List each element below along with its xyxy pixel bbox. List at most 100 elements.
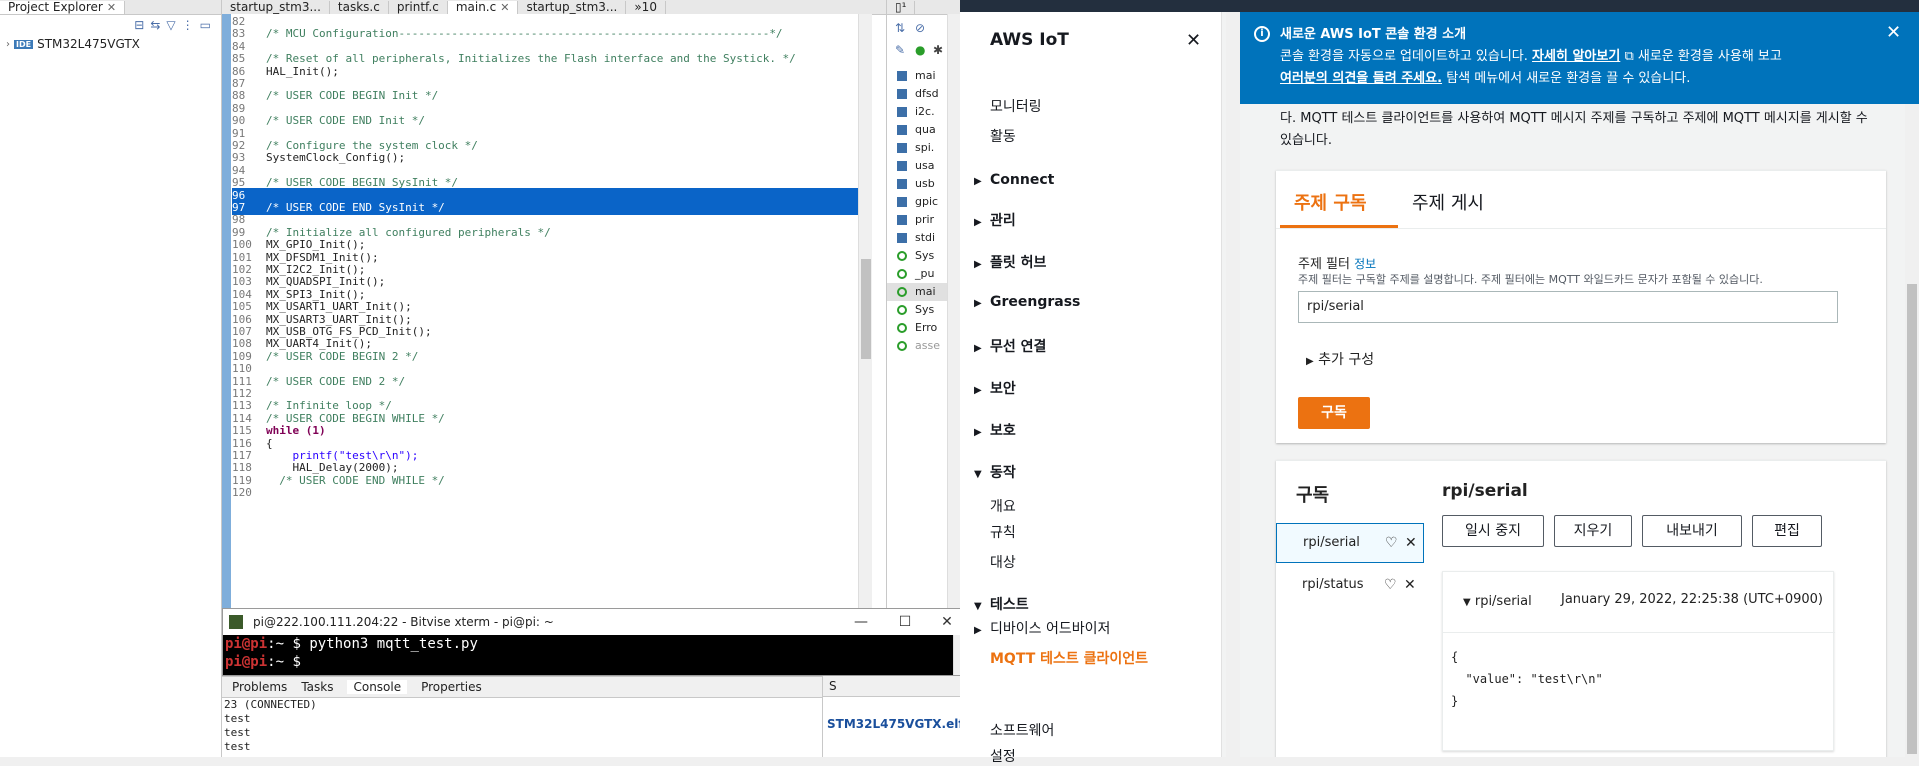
tab-problems[interactable]: Problems [232,680,287,694]
nav-section[interactable]: ▶ 보안 [974,378,1016,398]
function-icon [897,341,907,351]
nav-section[interactable]: ▶ 보호 [974,420,1016,440]
project-explorer-tabstrip: Project Explorer ✕ [0,0,221,15]
filter-icon[interactable]: ▽ [166,18,175,32]
filter-label: 주제 필터 [1298,257,1350,272]
link-icon[interactable]: ✱ [933,43,943,57]
caret-right-icon: ▶ [1306,356,1314,367]
hide-static-icon[interactable]: ✎ [895,43,905,57]
caret-right-icon: ▶ [974,176,982,187]
tree-item-project[interactable]: › IDE STM32L475VGTX [0,35,221,53]
hide-fields-icon[interactable]: ⊘ [915,21,925,35]
subscribe-button[interactable]: 구독 [1298,397,1370,429]
nav-item-activity[interactable]: 활동 [990,126,1016,146]
editor-scroll-thumb[interactable] [861,259,871,359]
xterm-titlebar[interactable]: pi@222.100.111.204:22 - Bitvise xterm - … [223,609,965,635]
nav-section[interactable]: ▶ Connect [974,172,1054,188]
editor-tab[interactable]: startup_stm3... [518,1,627,14]
hide-nonpublic-icon[interactable]: ● [915,43,925,57]
close-icon[interactable]: ✕ [107,1,116,14]
sort-icon[interactable]: ⇅ [895,21,905,35]
feedback-link[interactable]: 여러분의 의견을 들려 주세요. [1280,71,1442,86]
minimize-icon[interactable]: ▭ [200,18,211,32]
export-button[interactable]: 내보내기 [1642,515,1742,547]
pause-button[interactable]: 일시 중지 [1442,515,1544,547]
aws-side-nav: AWS IoT ✕ 모니터링 활동 ▶ Connect ▶ 관리 ▶ 플릿 허브 ▶ Gree… [960,12,1222,765]
aws-iot-console: AWS IoT ✕ 모니터링 활동 ▶ Connect ▶ 관리 ▶ 플릿 허브 ▶ Gree… [960,0,1919,765]
editor-tab[interactable]: printf.c [389,1,448,14]
tab-tasks[interactable]: Tasks [301,680,333,694]
nav-item-destinations[interactable]: 대상 [990,552,1016,572]
editor-tab[interactable]: main.c ✕ [447,0,519,14]
nav-item-overview[interactable]: 개요 [990,496,1016,516]
nav-scrollbar[interactable] [1226,12,1240,757]
outline-item-label: stdi [915,231,936,244]
outline-item-label: Sys [915,249,935,262]
nav-section[interactable]: ▶ 관리 [974,210,1016,230]
tab-properties[interactable]: Properties [421,680,482,694]
nav-section-label: 플릿 허브 [990,255,1047,271]
learn-more-link[interactable]: 자세히 알아보기 [1532,49,1620,64]
content-scroll-thumb[interactable] [1907,284,1917,754]
nav-item-software[interactable]: 소프트웨어 [990,720,1054,740]
info-link[interactable]: 정보 [1354,257,1376,271]
nav-item-monitoring[interactable]: 모니터링 [990,96,1042,116]
nav-section[interactable]: ▶ 무선 연결 [974,336,1046,356]
editor-tab[interactable]: tasks.c [330,1,389,14]
close-icon[interactable]: ✕ [1404,565,1416,605]
content-scrollbar[interactable] [1905,104,1919,757]
nav-section-test[interactable]: ▼ 테스트 [974,594,1029,614]
nav-item-rules[interactable]: 규칙 [990,522,1016,542]
nav-section[interactable]: ▶ Greengrass [974,294,1080,310]
close-icon[interactable]: ✕ [500,1,509,14]
maximize-icon[interactable]: ☐ [887,609,923,635]
additional-config-toggle[interactable]: ▶ 추가 구성 [1306,349,1374,369]
nav-section[interactable]: ▶ 플릿 허브 [974,252,1046,272]
outline-tab[interactable]: ▯¹ [887,1,916,14]
editor-gutter [222,14,231,608]
close-icon[interactable]: ✕ [1886,22,1901,44]
nav-item-settings[interactable]: 설정 [990,746,1016,766]
include-icon [897,179,907,189]
chevron-right-icon[interactable]: › [6,39,10,50]
subscription-item-active[interactable]: rpi/serial ♡ ✕ [1276,523,1424,563]
topic-filter-input[interactable]: rpi/serial [1298,291,1838,323]
include-icon [897,71,907,81]
tab-side-view[interactable]: S [829,679,837,693]
minimize-icon[interactable]: — [843,609,879,635]
outline-item-label: Sys [915,303,935,316]
outline-scrollbar[interactable] [947,14,960,614]
editor-tab-label: main.c [455,0,497,14]
prompt-path: :~ $ [267,654,301,670]
edit-button[interactable]: 편집 [1752,515,1822,547]
heart-icon[interactable]: ♡ [1384,565,1397,605]
nav-section-label: Connect [990,172,1055,188]
tab-console[interactable]: Console [347,680,408,694]
tab-overflow[interactable]: »10 [626,1,666,14]
code-line[interactable]: 120 [232,485,872,500]
collapse-all-icon[interactable]: ⊟ [134,18,144,32]
include-icon [897,125,907,135]
close-icon[interactable]: ✕ [1405,524,1417,562]
project-explorer-tab[interactable]: Project Explorer ✕ [0,1,126,14]
xterm-window: pi@222.100.111.204:22 - Bitvise xterm - … [222,608,966,676]
editor-scrollbar[interactable] [858,14,872,608]
active-topic-title: rpi/serial [1442,481,1528,501]
link-editor-icon[interactable]: ⇆ [150,18,160,32]
close-icon[interactable]: ✕ [1186,30,1201,51]
tab-publish-topic[interactable]: 주제 게시 [1412,189,1484,215]
nav-section[interactable]: ▼ 동작 [974,462,1016,482]
code-area[interactable]: 82 83/* MCU Configuration----------------… [222,14,872,608]
nav-section-device-advisor[interactable]: ▶ 디바이스 어드바이저 [974,618,1110,638]
tab-subscribe-topic[interactable]: 주제 구독 [1294,189,1367,215]
outline-item-label: prir [915,213,935,226]
xterm-app-icon [229,615,243,629]
terminal-output[interactable]: pi@pi:~ $ python3 mqtt_test.py pi@pi:~ $ [223,635,955,675]
editor-tab[interactable]: startup_stm3... [222,1,330,14]
message-header[interactable]: ▼ rpi/serial [1463,594,1532,609]
view-menu-icon[interactable]: ⋮ [182,18,194,32]
heart-icon[interactable]: ♡ [1385,524,1398,562]
subscription-item[interactable]: rpi/status ♡ ✕ [1276,565,1424,605]
clear-button[interactable]: 지우기 [1554,515,1632,547]
nav-item-mqtt-test-client[interactable]: MQTT 테스트 클라이언트 [990,648,1148,668]
